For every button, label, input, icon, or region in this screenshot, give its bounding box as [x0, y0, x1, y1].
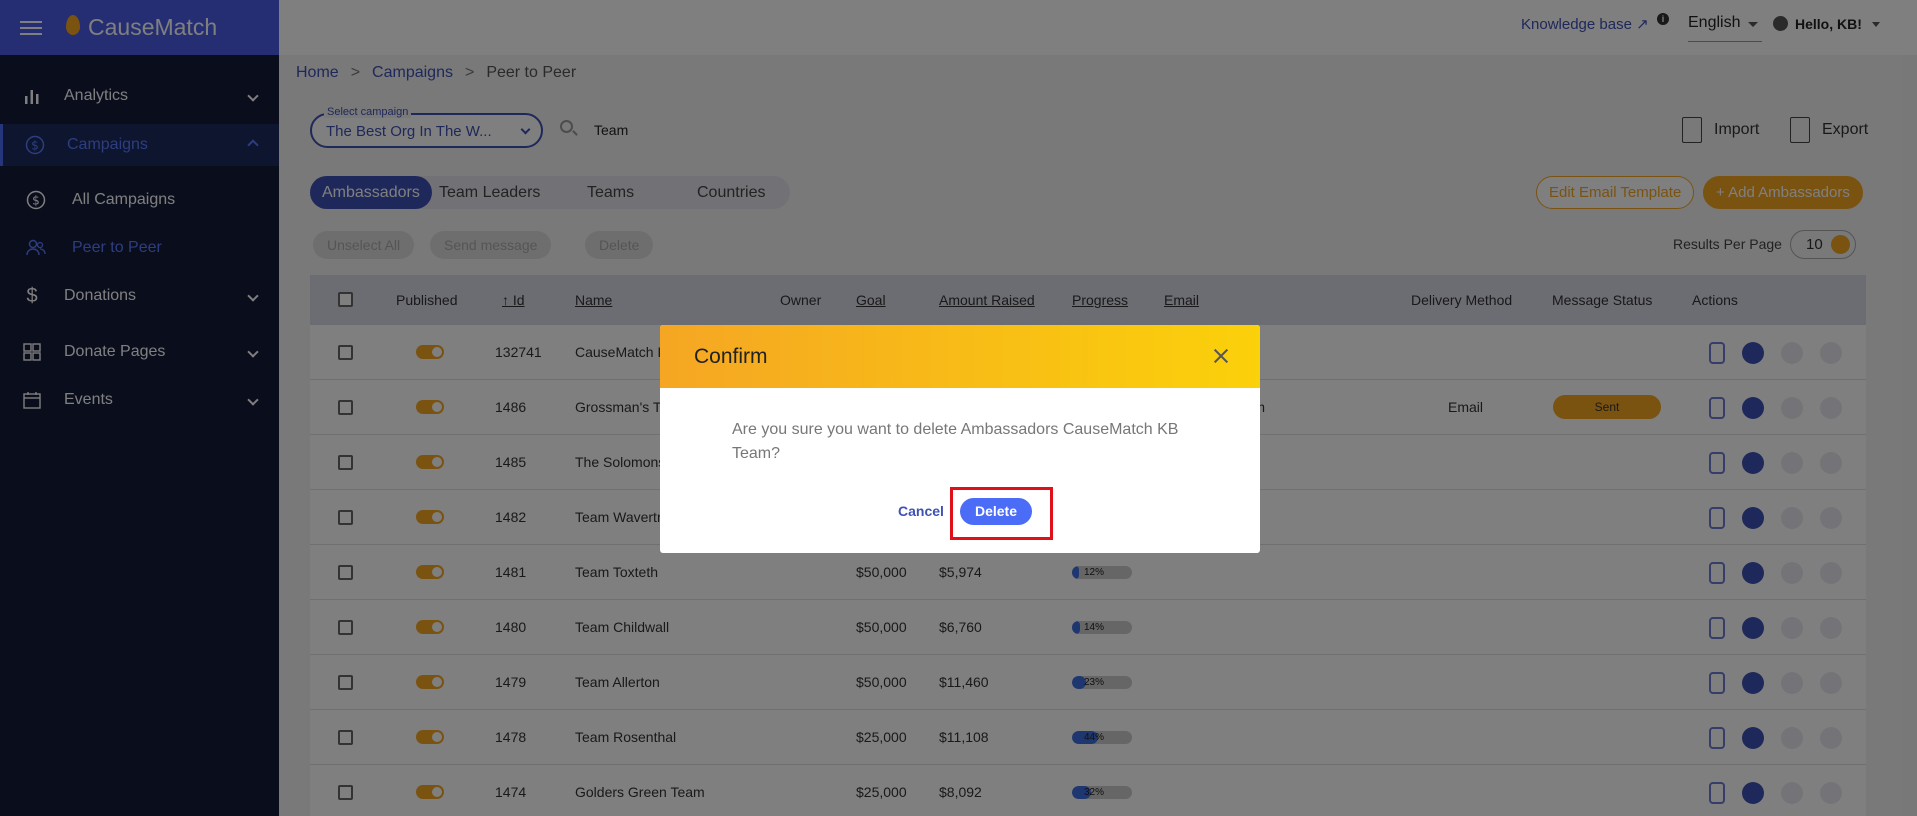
- cancel-button[interactable]: Cancel: [898, 503, 944, 519]
- highlight-box: [950, 487, 1053, 540]
- dialog-message: Are you sure you want to delete Ambassad…: [732, 421, 1179, 462]
- dialog-title: Confirm: [694, 345, 768, 368]
- close-icon[interactable]: [1212, 347, 1230, 365]
- dialog-header: Confirm: [660, 325, 1260, 388]
